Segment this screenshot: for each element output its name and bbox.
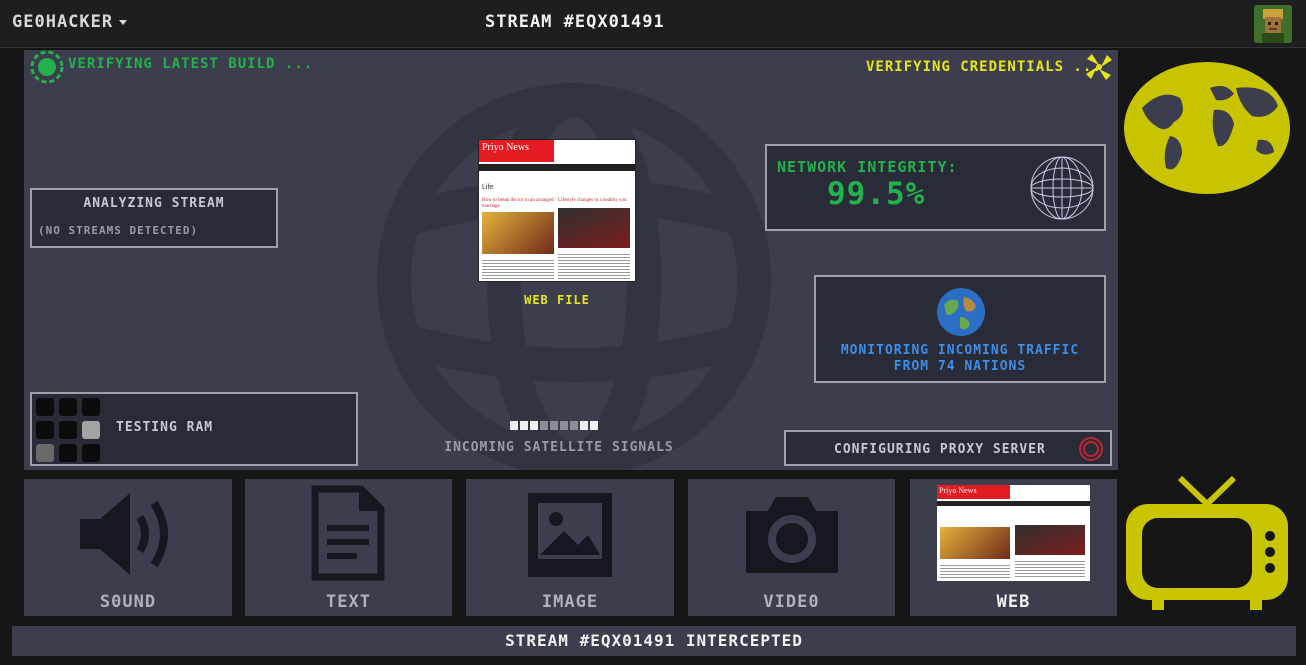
thumb-section: Life [482, 184, 494, 191]
web-tab-site-logo: Priyo News [937, 485, 1011, 499]
proxy-panel: CONFIGURING PROXY SERVER [784, 430, 1112, 466]
network-integrity-panel: NETWORK INTEGRITY: 99.5% [765, 144, 1106, 231]
earth-icon [937, 288, 985, 336]
monitor-line-1: MONITORING INCOMING TRAFFIC [840, 343, 1080, 358]
web-tab-thumbnail: Priyo News [937, 485, 1090, 581]
ram-test-panel: TESTING RAM [30, 392, 358, 466]
ram-label: TESTING RAM [116, 420, 214, 435]
brand-menu[interactable]: GE0HACKER [12, 12, 128, 32]
camera-icon [746, 497, 838, 573]
fan-icon [1086, 54, 1112, 80]
wireframe-sphere-icon [1030, 156, 1094, 220]
analyze-title: ANALYZING STREAM [83, 196, 225, 211]
traffic-monitor-panel: MONITORING INCOMING TRAFFIC FROM 74 NATI… [814, 275, 1106, 383]
video-label: VIDE0 [763, 592, 820, 612]
network-value: 99.5% [827, 176, 926, 212]
text-label: TEXT [326, 592, 371, 612]
avatar[interactable] [1254, 5, 1292, 43]
ring-icon [1079, 437, 1103, 461]
build-status: VERIFYING LATEST BUILD ... [68, 56, 314, 72]
image-label: IMAGE [541, 592, 599, 612]
main-panel: VERIFYING LATEST BUILD ... VERIFYING CRE… [24, 50, 1118, 470]
thumb-image-2 [558, 208, 630, 248]
thumb-headline-2: Lifestyle changes to a healthy you [558, 198, 627, 203]
satellite-label: INCOMING SATELLITE SIGNALS [444, 440, 674, 455]
text-tab[interactable]: TEXT [245, 479, 452, 616]
intercept-status: STREAM #EQX01491 INTERCEPTED [505, 631, 803, 650]
sound-tab[interactable]: S0UND [24, 479, 232, 616]
video-tab[interactable]: VIDE0 [688, 479, 895, 616]
status-bar: STREAM #EQX01491 INTERCEPTED [12, 626, 1296, 656]
web-tab[interactable]: Priyo News WEB [910, 479, 1117, 616]
world-map-icon [1124, 62, 1290, 194]
analyze-detail: (NO STREAMS DETECTED) [38, 224, 199, 237]
credentials-status: VERIFYING CREDENTIALS ... [866, 59, 1102, 75]
thumb-image-1 [482, 212, 554, 254]
web-label: WEB [996, 592, 1031, 612]
monitor-line-2: FROM 74 NATIONS [893, 359, 1027, 374]
top-bar: GE0HACKER STREAM #EQX01491 [0, 0, 1306, 48]
network-label: NETWORK INTEGRITY: [777, 158, 958, 176]
speaker-icon [80, 493, 168, 575]
satellite-signal-bars [510, 421, 598, 430]
thumb-site-logo: Priyo News [479, 140, 554, 162]
sound-label: S0UND [99, 592, 157, 612]
stream-title: STREAM #EQX01491 [485, 12, 665, 32]
spinning-globe-icon [30, 50, 64, 84]
ram-grid [36, 398, 100, 462]
chevron-down-icon [119, 19, 128, 25]
image-tab[interactable]: IMAGE [466, 479, 674, 616]
web-file-label: WEB FILE [524, 293, 590, 307]
thumb-headline-1: How to break the ice in an arranged marr… [482, 198, 554, 209]
document-icon [311, 485, 385, 581]
brand-label: GE0HACKER [12, 12, 114, 32]
television-icon [1126, 475, 1288, 610]
web-file-thumbnail[interactable]: Priyo News Life How to break the ice in … [478, 139, 636, 282]
picture-icon [528, 493, 612, 577]
analyze-stream-panel: ANALYZING STREAM (NO STREAMS DETECTED) [30, 188, 278, 248]
proxy-label: CONFIGURING PROXY SERVER [834, 442, 1046, 457]
